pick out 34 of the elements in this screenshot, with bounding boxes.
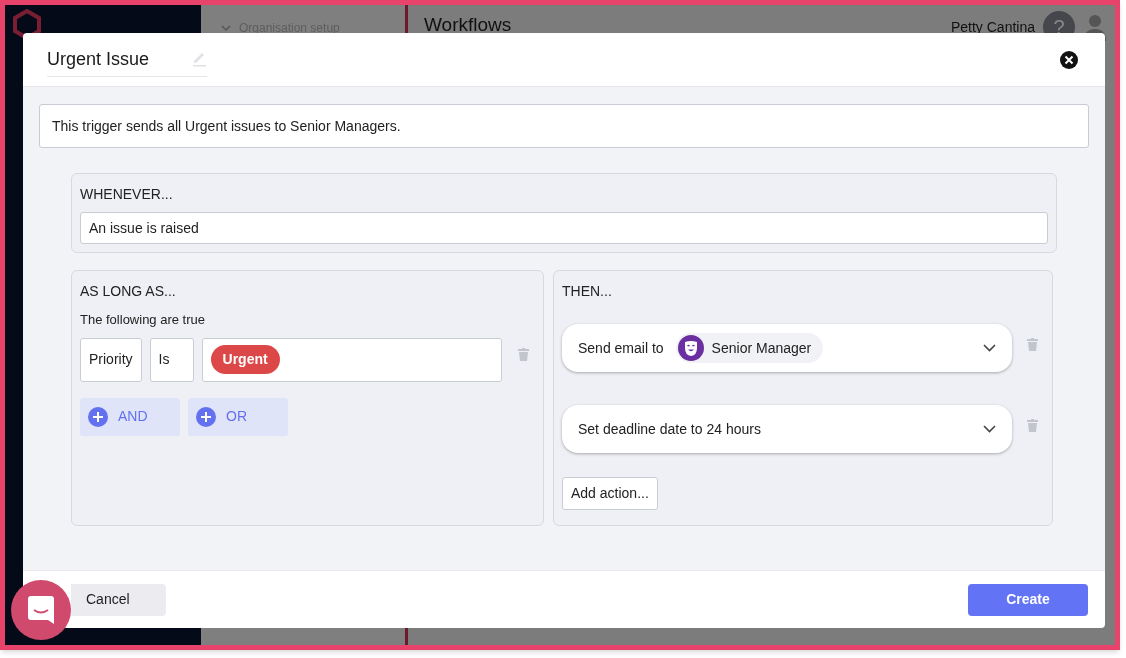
create-button[interactable]: Create <box>968 583 1088 616</box>
plus-icon <box>88 406 108 427</box>
section-heading: WHENEVER... <box>80 185 174 204</box>
add-action-button[interactable]: Add action... <box>562 477 658 510</box>
action-select[interactable]: Set deadline date to 24 hours <box>562 405 1012 453</box>
section-heading: AS LONG AS... <box>80 282 177 301</box>
cancel-button[interactable]: Cancel <box>71 583 166 616</box>
trash-icon[interactable] <box>517 347 529 361</box>
conditions-subtitle: The following are true <box>80 311 206 329</box>
plus-icon <box>196 406 216 427</box>
field-select[interactable]: Priority <box>80 337 142 382</box>
user-name: Petty Cantina <box>950 17 1035 37</box>
value-field[interactable]: Urgent <box>201 337 502 382</box>
trash-icon[interactable] <box>1027 419 1038 432</box>
action-label: Send email to <box>578 338 664 358</box>
recipient-chip: Senior Manager <box>675 333 824 363</box>
section-heading: THEN... <box>562 282 613 301</box>
chevron-down-icon <box>221 24 231 32</box>
chat-icon <box>27 595 55 625</box>
trash-icon[interactable] <box>1027 338 1038 351</box>
mask-icon <box>677 335 704 361</box>
close-icon[interactable] <box>1060 51 1078 69</box>
logo-icon <box>13 9 41 39</box>
title-field[interactable]: Urgent Issue <box>47 46 207 77</box>
description-field[interactable]: This trigger sends all Urgent issues to Senior Managers. <box>39 104 1089 148</box>
trigger-field[interactable]: An issue is raised <box>80 212 1048 244</box>
chevron-down-icon <box>983 344 996 352</box>
action-select[interactable]: Send email to Senior Manager <box>562 324 1012 372</box>
action-label: Set deadline date to 24 hours <box>578 419 761 439</box>
urgent-tag: Urgent <box>210 345 280 374</box>
page-title: Workflows <box>424 13 512 37</box>
operator-select[interactable]: Is <box>149 337 194 382</box>
chevron-down-icon <box>983 425 996 433</box>
pencil-icon[interactable] <box>191 50 207 67</box>
